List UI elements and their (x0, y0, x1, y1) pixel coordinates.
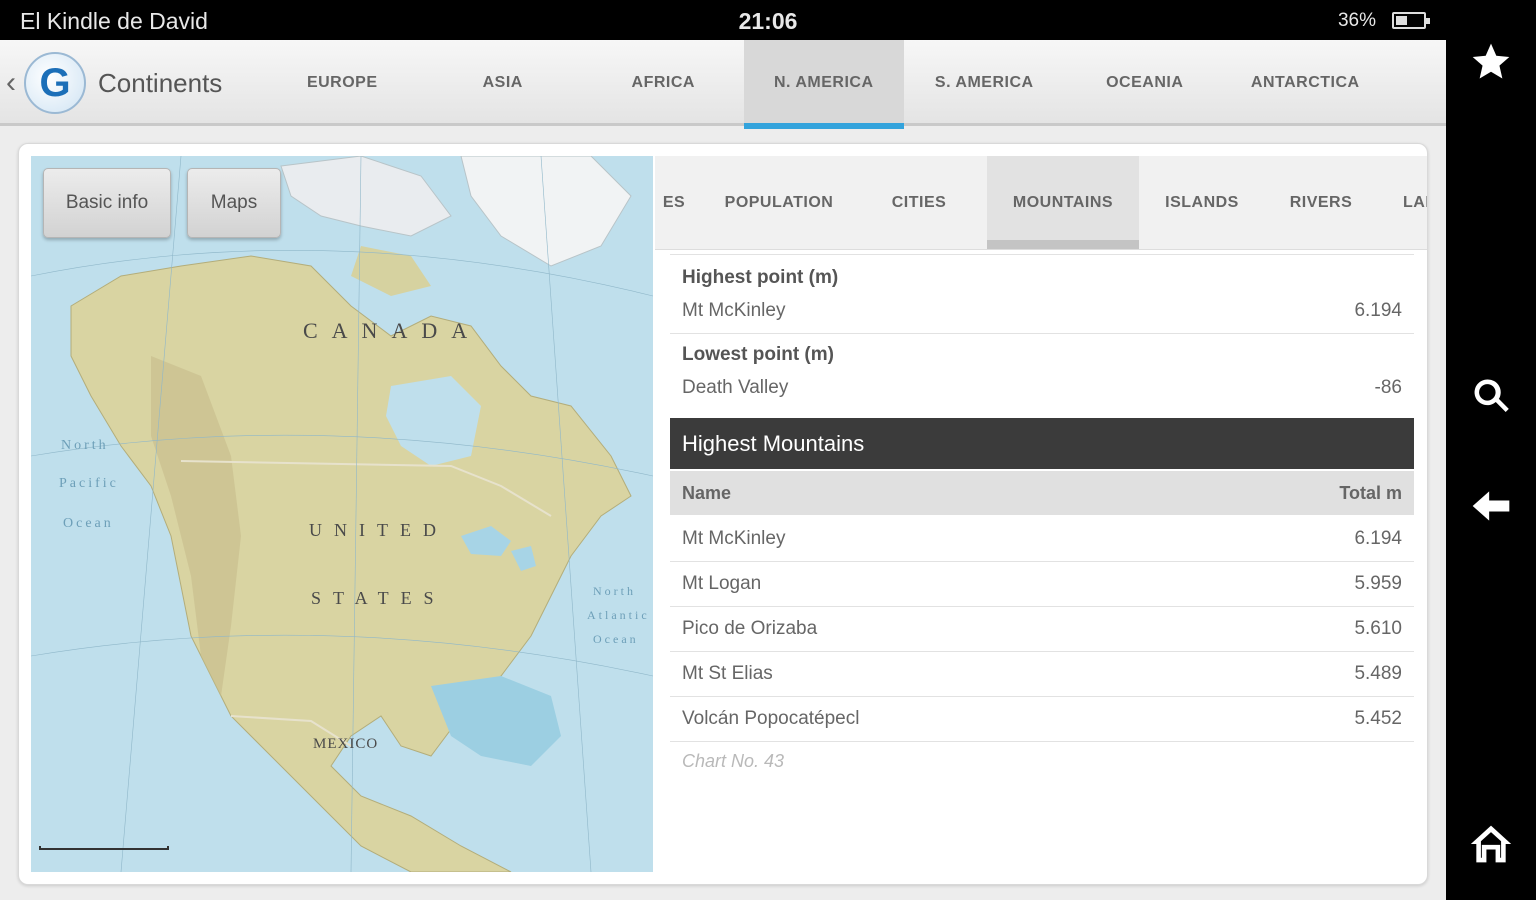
action-bar: ‹ G Continents EUROPE ASIA AFRICA N. AME… (0, 40, 1446, 129)
tab-asia[interactable]: ASIA (423, 40, 584, 126)
tab-oceania[interactable]: OCEANIA (1065, 40, 1226, 126)
tab-north-america[interactable]: N. AMERICA (743, 40, 904, 129)
mountain-name: Volcán Popocatépecl (682, 708, 860, 729)
ocean-label-ocean: Ocean (63, 516, 114, 531)
tab-africa[interactable]: AFRICA (583, 40, 744, 126)
ocean-label-atlantic-ocean: Ocean (593, 632, 639, 646)
lowest-point-label: Lowest point (m) (682, 344, 834, 365)
subtab-population[interactable]: POPULATION (707, 156, 851, 249)
mountain-height: 5.959 (1354, 573, 1402, 594)
app-logo[interactable]: G (24, 52, 86, 114)
table-row[interactable]: Pico de Orizaba 5.610 (670, 607, 1414, 652)
table-header: Name Total m (670, 471, 1414, 515)
mountains-table: Mt McKinley 6.194 Mt Logan 5.959 Pico de… (670, 517, 1414, 742)
mountain-height: 5.489 (1354, 663, 1402, 684)
highest-point-row: Mt McKinley 6.194 (670, 293, 1414, 329)
basic-info-button[interactable]: Basic info (43, 168, 171, 238)
summary-section: Highest point (m) Mt McKinley 6.194 Lowe… (670, 254, 1414, 406)
map-graphic (31, 156, 653, 872)
mountain-name: Mt McKinley (682, 528, 786, 549)
chart-number: Chart No. 43 (682, 751, 785, 771)
highest-point-name: Mt McKinley (682, 300, 786, 321)
back-chevron-icon[interactable]: ‹ (6, 66, 16, 100)
lowest-point-name: Death Valley (682, 377, 789, 398)
map-label-mexico: MEXICO (313, 736, 379, 752)
back-button[interactable] (1446, 476, 1536, 536)
continent-tabs: EUROPE ASIA AFRICA N. AMERICA S. AMERICA… (262, 40, 1386, 129)
search-button[interactable] (1446, 366, 1536, 426)
table-row[interactable]: Volcán Popocatépecl 5.452 (670, 697, 1414, 742)
search-icon (1474, 379, 1509, 412)
mountain-name: Pico de Orizaba (682, 618, 818, 639)
highest-mountains-title: Highest Mountains (670, 418, 1414, 469)
subtab-mountains[interactable]: MOUNTAINS (987, 156, 1139, 249)
subtab-islands[interactable]: ISLANDS (1149, 156, 1255, 249)
mountain-name: Mt St Elias (682, 663, 773, 684)
status-bar: El Kindle de David 36% (0, 0, 1446, 40)
table-row[interactable]: Mt McKinley 6.194 (670, 517, 1414, 562)
detail-tabs: ES POPULATION CITIES MOUNTAINS ISLANDS R… (655, 156, 1427, 250)
lowest-point-row: Death Valley -86 (670, 370, 1414, 406)
column-name: Name (682, 483, 732, 503)
table-row[interactable]: Mt Logan 5.959 (670, 562, 1414, 607)
ocean-label-pacific: Pacific (59, 476, 119, 491)
subtab-rivers[interactable]: RIVERS (1269, 156, 1373, 249)
subtab-partial-es[interactable]: ES (655, 156, 693, 249)
table-row[interactable]: Mt St Elias 5.489 (670, 652, 1414, 697)
mountain-height: 5.452 (1354, 708, 1402, 729)
column-total: Total m (1339, 483, 1402, 503)
map-label-united: UNITED (309, 520, 448, 540)
app-title: Continents (98, 68, 223, 98)
map-label-canada: CANADA (303, 318, 482, 343)
subtab-partial-lakes[interactable]: LAKE (1385, 156, 1427, 249)
map-scale-bar (39, 846, 169, 850)
mountain-height: 5.610 (1354, 618, 1402, 639)
system-nav-bar (1446, 0, 1536, 900)
device-name: El Kindle de David (20, 8, 208, 34)
mountain-height: 6.194 (1354, 528, 1402, 549)
battery-percent: 36% (1337, 10, 1376, 31)
ocean-label-atlantic: Atlantic (587, 608, 650, 622)
mountain-name: Mt Logan (682, 573, 762, 594)
maps-button[interactable]: Maps (187, 168, 281, 238)
app-window: ‹ G Continents EUROPE ASIA AFRICA N. AME… (0, 40, 1446, 900)
continent-map[interactable]: CANADA UNITED STATES MEXICO North Pacifi… (31, 156, 653, 872)
battery-icon (1392, 12, 1430, 29)
highest-point-value: 6.194 (1354, 300, 1402, 321)
favorites-button[interactable] (1446, 32, 1536, 92)
map-label-states: STATES (311, 588, 446, 608)
content-card: CANADA UNITED STATES MEXICO North Pacifi… (18, 143, 1428, 885)
ocean-label-north-atlantic: North (593, 584, 636, 598)
tab-europe[interactable]: EUROPE (262, 40, 423, 126)
home-button[interactable] (1446, 814, 1536, 874)
back-arrow-icon (1472, 491, 1510, 521)
star-icon (1472, 43, 1510, 79)
lowest-point-value: -86 (1374, 377, 1402, 398)
tab-south-america[interactable]: S. AMERICA (904, 40, 1065, 126)
tab-antarctica[interactable]: ANTARCTICA (1225, 40, 1386, 126)
subtab-cities[interactable]: CITIES (865, 156, 973, 249)
ocean-label-north: North (61, 438, 109, 453)
highest-point-label: Highest point (m) (682, 267, 839, 288)
home-icon (1470, 825, 1512, 863)
logo-letter: G (39, 60, 71, 105)
